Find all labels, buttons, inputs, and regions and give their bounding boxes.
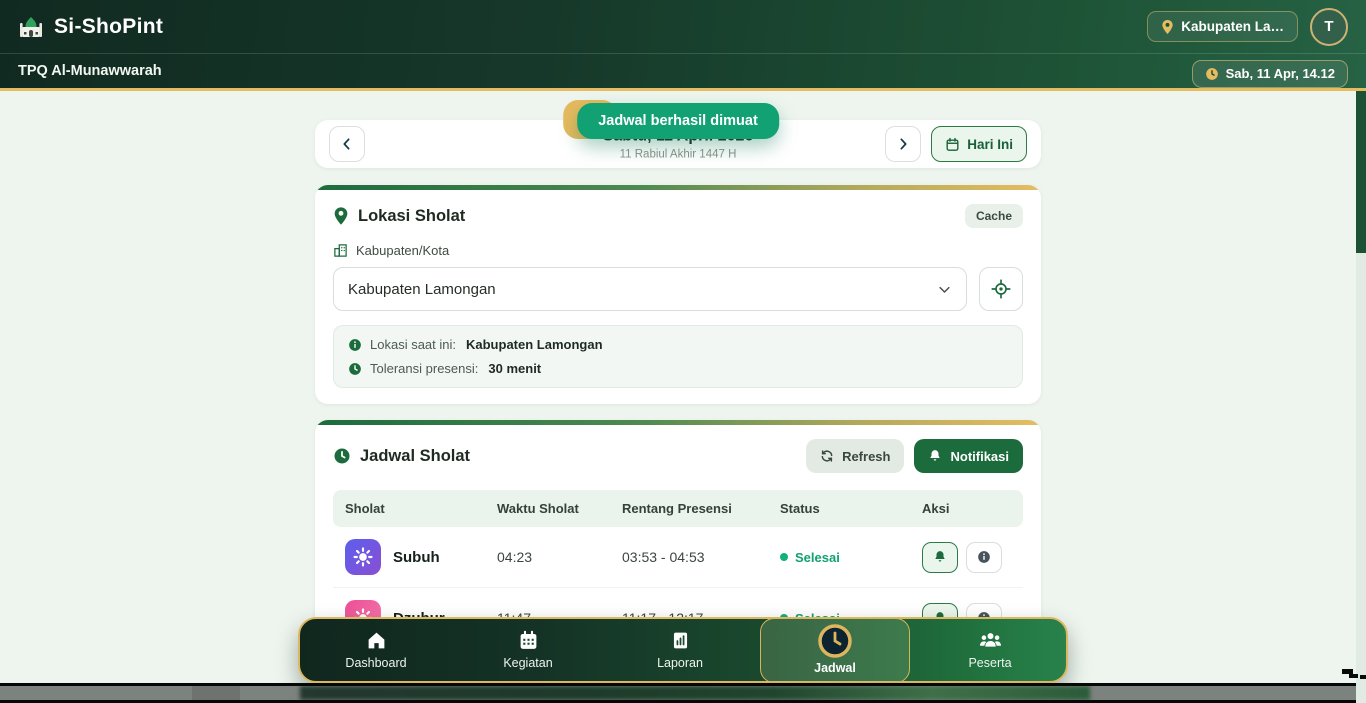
tolerance-row: Toleransi presensi: 30 menit xyxy=(348,361,1008,376)
mosque-logo-icon xyxy=(18,14,44,40)
nav-item-kegiatan[interactable]: Kegiatan xyxy=(452,630,604,670)
toast-container: Jadwal berhasil dimuat xyxy=(577,103,779,139)
refresh-button[interactable]: Refresh xyxy=(806,439,904,473)
nav-item-jadwal[interactable]: Jadwal xyxy=(760,618,910,683)
location-pin-icon xyxy=(333,206,349,226)
location-card-title: Lokasi Sholat xyxy=(358,207,465,226)
location-card: Lokasi Sholat Cache Kabu xyxy=(315,185,1041,404)
strip-nav-reflection xyxy=(300,686,1090,700)
row-info-button[interactable] xyxy=(966,542,1002,573)
nav-item-laporan[interactable]: Laporan xyxy=(604,630,756,670)
avatar-initial: T xyxy=(1324,18,1333,35)
clock-icon xyxy=(817,623,853,659)
nav-item-peserta[interactable]: Peserta xyxy=(914,630,1066,670)
region-select-value: Kabupaten Lamongan xyxy=(348,281,496,298)
main-area: Sabtu, 11 April 2026 11 Rabiul Akhir 144… xyxy=(0,91,1356,703)
region-field-label: Kabupaten/Kota xyxy=(356,243,449,258)
current-location-row: Lokasi saat ini: Kabupaten Lamongan xyxy=(348,337,1008,352)
nav-label: Dashboard xyxy=(345,656,406,670)
info-icon xyxy=(348,338,362,352)
today-button[interactable]: Hari Ini xyxy=(931,126,1027,162)
header-datetime-label: Sab, 11 Apr, 14.12 xyxy=(1226,66,1335,81)
notification-button-label: Notifikasi xyxy=(950,449,1009,464)
app-title: Si-ShoPint xyxy=(54,15,163,39)
tolerance-value: 30 menit xyxy=(488,361,541,376)
notification-button[interactable]: Notifikasi xyxy=(914,439,1023,473)
chevron-right-icon xyxy=(895,136,911,152)
col-header-sholat: Sholat xyxy=(345,501,497,516)
hijri-date: 11 Rabiul Akhir 1447 H xyxy=(468,149,888,161)
col-header-waktu: Waktu Sholat xyxy=(497,501,622,516)
status-badge: Selesai xyxy=(780,550,922,565)
prayer-name: Subuh xyxy=(393,549,440,566)
users-icon xyxy=(979,630,1002,651)
clock-icon xyxy=(1205,67,1219,81)
col-header-status: Status xyxy=(780,501,922,516)
chevron-left-icon xyxy=(339,136,355,152)
report-icon xyxy=(670,630,691,651)
bell-icon xyxy=(933,550,947,564)
col-header-aksi: Aksi xyxy=(922,501,1011,516)
refresh-icon xyxy=(820,449,834,463)
col-header-rentang: Rentang Presensi xyxy=(622,501,780,516)
status-label: Selesai xyxy=(795,550,840,565)
calendar-icon xyxy=(518,630,539,651)
clock-icon xyxy=(348,362,362,376)
tolerance-label: Toleransi presensi: xyxy=(370,361,478,376)
clock-icon xyxy=(333,447,351,465)
table-header-row: Sholat Waktu Sholat Rentang Presensi Sta… xyxy=(333,490,1023,527)
nav-label: Kegiatan xyxy=(503,656,552,670)
next-day-button[interactable] xyxy=(885,126,921,162)
current-location-value: Kabupaten Lamongan xyxy=(466,337,603,352)
header-location-label: Kabupaten La… xyxy=(1181,19,1284,34)
app-window: Si-ShoPint Kabupaten La… T TPQ Al-Munaww… xyxy=(0,0,1366,703)
bottom-navigation: Dashboard Kegiatan xyxy=(298,617,1068,683)
crosshair-icon xyxy=(991,279,1011,299)
detect-location-button[interactable] xyxy=(979,267,1023,311)
org-name: TPQ Al-Munawwarah xyxy=(18,63,162,79)
table-row: Subuh 04:23 03:53 - 04:53 Selesai xyxy=(333,527,1023,588)
nav-label: Jadwal xyxy=(814,661,856,675)
nav-label: Peserta xyxy=(968,656,1011,670)
strip-shadow-patch xyxy=(192,686,240,700)
chevron-down-icon xyxy=(937,282,952,297)
scrollbar-track[interactable] xyxy=(1356,91,1366,703)
scrollbar-thumb[interactable] xyxy=(1356,91,1366,253)
app-header: Si-ShoPint Kabupaten La… T TPQ Al-Munaww… xyxy=(0,0,1366,91)
prev-day-button[interactable] xyxy=(329,126,365,162)
bell-icon xyxy=(928,449,942,463)
region-select[interactable]: Kabupaten Lamongan xyxy=(333,267,967,311)
today-button-label: Hari Ini xyxy=(967,137,1013,152)
home-icon xyxy=(366,630,387,651)
nav-label: Laporan xyxy=(657,656,703,670)
building-icon xyxy=(333,243,348,258)
info-icon xyxy=(977,550,991,564)
header-location-chip[interactable]: Kabupaten La… xyxy=(1147,11,1298,42)
status-dot xyxy=(780,553,788,561)
row-bell-button[interactable] xyxy=(922,542,958,573)
avatar[interactable]: T xyxy=(1310,8,1348,46)
prayer-time: 04:23 xyxy=(497,549,622,565)
nav-item-dashboard[interactable]: Dashboard xyxy=(300,630,452,670)
refresh-button-label: Refresh xyxy=(842,449,890,464)
sun-icon xyxy=(353,547,373,567)
cache-badge: Cache xyxy=(965,204,1023,228)
header-datetime-chip: Sab, 11 Apr, 14.12 xyxy=(1192,60,1348,88)
mouse-cursor-artifact xyxy=(1340,668,1366,682)
calendar-icon xyxy=(945,137,960,152)
schedule-card-title: Jadwal Sholat xyxy=(360,447,470,466)
location-pin-icon xyxy=(1161,19,1174,35)
brand: Si-ShoPint xyxy=(18,14,163,40)
location-info-box: Lokasi saat ini: Kabupaten Lamongan Tole… xyxy=(333,325,1023,388)
presence-range: 03:53 - 04:53 xyxy=(622,549,780,565)
success-toast: Jadwal berhasil dimuat xyxy=(577,103,779,139)
current-location-label: Lokasi saat ini: xyxy=(370,337,456,352)
bottom-reflection-strip xyxy=(0,683,1366,703)
prayer-icon-subuh xyxy=(345,539,381,575)
